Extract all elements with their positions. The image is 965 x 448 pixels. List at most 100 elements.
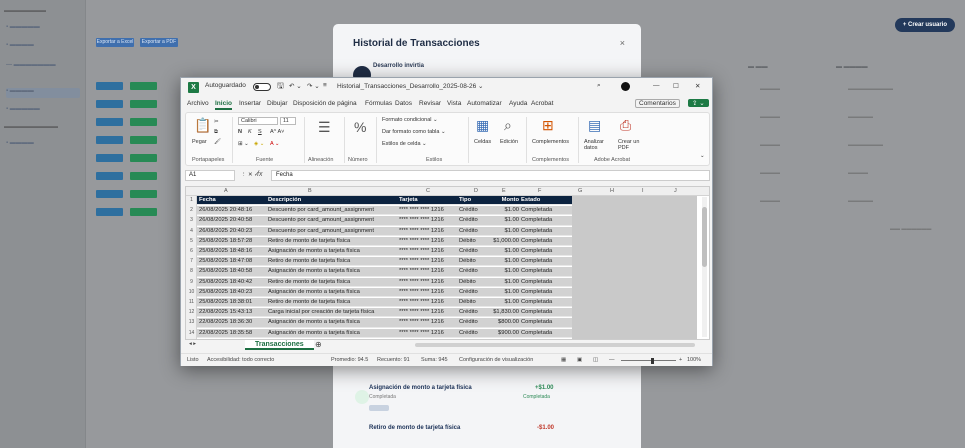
borders-icon[interactable]: ⊞ ⌄ [238,141,249,147]
column-header[interactable]: E [502,188,506,194]
table-cell[interactable]: Crédito [459,228,485,234]
table-cell[interactable]: **** **** **** 1216 [399,258,457,264]
row-header[interactable]: 1 [187,197,196,203]
tab-acrobat[interactable]: Acrobat [531,100,553,107]
table-header-row[interactable]: Fecha Descripción Tarjeta Tipo Monto Estado [197,196,572,206]
tab-automatizar[interactable]: Automatizar [467,100,502,107]
table-header-cell[interactable]: Descripción [268,197,398,203]
table-cell[interactable]: Completada [521,217,571,223]
horizontal-scrollbar[interactable] [415,343,695,347]
table-cell[interactable]: 26/08/2025 20:40:58 [199,217,267,223]
table-cell[interactable]: Asignación de monto a tarjeta física [268,319,398,325]
panel-close-icon[interactable]: × [620,38,625,48]
sidebar-item-1[interactable]: ▪ ▬▬▬▬▬ [6,24,40,30]
tab-disposicion[interactable]: Disposición de página [293,100,357,107]
table-cell[interactable]: Asignación de monto a tarjeta física [268,248,398,254]
table-cell[interactable]: $1.00 [487,279,519,285]
sidebar-item-3[interactable]: — ▬▬▬▬▬▬▬ [6,62,56,68]
cells-icon[interactable]: ▦ [476,117,489,134]
table-cell[interactable]: **** **** **** 1216 [399,238,457,244]
bg-pagination[interactable]: ▬▬ ▬▬▬▬▬▬ [890,226,931,232]
table-row[interactable]: 22/08/2025 15:43:13 Carga inicial por cre… [197,308,572,318]
zoom-slider[interactable] [621,360,676,361]
row-action-green[interactable] [130,190,157,198]
table-cell[interactable]: Crédito [459,319,485,325]
row-header[interactable]: 9 [187,279,196,285]
table-cell[interactable]: 25/08/2025 18:57:28 [199,238,267,244]
column-header[interactable]: C [426,188,430,194]
table-cell[interactable]: Asignación de monto a tarjeta física [268,289,398,295]
page-layout-icon[interactable]: ▣ [577,357,582,363]
row-action-green[interactable] [130,136,157,144]
table-cell[interactable]: 25/08/2025 18:38:01 [199,299,267,305]
table-cell[interactable]: $1.00 [487,268,519,274]
create-pdf-label[interactable]: Crear un PDF [618,139,640,151]
tab-dibujar[interactable]: Dibujar [267,100,288,107]
table-cell[interactable]: $1.00 [487,258,519,264]
table-cell[interactable]: **** **** **** 1216 [399,299,457,305]
accessibility-status[interactable]: Accesibilidad: todo correcto [207,357,274,363]
cell-styles-button[interactable]: Estilos de celda ⌄ [382,141,427,147]
table-cell[interactable]: Crédito [459,289,485,295]
table-row[interactable]: 26/08/2025 20:40:58 Descuento por card_am… [197,216,572,226]
paste-icon[interactable]: 📋 [194,117,211,134]
tab-insertar[interactable]: Insertar [239,100,261,107]
table-cell[interactable]: 25/08/2025 18:40:23 [199,289,267,295]
column-header[interactable]: A [224,188,228,194]
table-cell[interactable]: 25/08/2025 18:47:08 [199,258,267,264]
table-cell[interactable]: Crédito [459,248,485,254]
table-cell[interactable]: Completada [521,238,571,244]
name-box[interactable]: A1 [185,170,235,181]
table-cell[interactable]: Retiro de monto de tarjeta física [268,299,398,305]
table-cell[interactable]: Completada [521,309,571,315]
table-cell[interactable]: Completada [521,207,571,213]
table-cell[interactable]: **** **** **** 1216 [399,289,457,295]
find-icon[interactable]: ⌕ [504,117,512,134]
row-header[interactable]: 3 [187,217,196,223]
ribbon-collapse-icon[interactable]: ⌄ [700,153,705,159]
pdf-icon[interactable]: ⎙ [620,117,631,134]
table-cell[interactable]: Retiro de monto de tarjeta física [268,258,398,264]
table-cell[interactable]: Retiro de monto de tarjeta física [268,238,398,244]
table-row[interactable]: 22/08/2025 18:36:30 Asignación de monto a… [197,318,572,328]
page-break-icon[interactable]: ◫ [593,357,598,363]
copy-icon[interactable]: ⧉ [214,129,218,136]
row-action-blue[interactable] [96,118,123,126]
export-excel-button[interactable]: Exportar a Excel [96,38,134,47]
table-row[interactable]: 25/08/2025 18:48:16 Asignación de monto a… [197,247,572,257]
table-cell[interactable]: $1.00 [487,217,519,223]
table-cell[interactable]: $1.00 [487,207,519,213]
zoom-out-icon[interactable]: — [609,357,615,363]
column-header[interactable]: I [642,188,644,194]
row-header[interactable]: 4 [187,228,196,234]
bold-icon[interactable]: N [238,129,242,135]
formula-input[interactable]: Fecha [271,170,710,181]
row-header[interactable]: 6 [187,248,196,254]
row-header[interactable]: 10 [187,289,196,295]
fill-color-icon[interactable]: ◈ ⌄ [254,141,264,147]
table-cell[interactable]: Débito [459,258,485,264]
zoom-level[interactable]: 100% [687,357,701,363]
table-cell[interactable]: Retiro de monto de tarjeta física [268,279,398,285]
account-avatar[interactable] [621,82,630,91]
row-action-green[interactable] [130,208,157,216]
table-cell[interactable]: Crédito [459,207,485,213]
maximize-icon[interactable]: ☐ [673,82,679,90]
table-cell[interactable]: Crédito [459,217,485,223]
table-row[interactable]: 26/08/2025 20:40:23 Descuento por card_am… [197,226,572,236]
table-cell[interactable]: Completada [521,268,571,274]
table-cell[interactable]: Completada [521,248,571,254]
table-cell[interactable]: Completada [521,289,571,295]
row-header[interactable]: 14 [187,330,196,336]
table-header-cell[interactable]: Monto [487,197,519,203]
table-cell[interactable]: $1,830.00 [487,309,519,315]
table-cell[interactable]: 26/08/2025 20:48:16 [199,207,267,213]
spreadsheet-grid[interactable]: A B C D E F G H I J 1 2 3 4 5 6 7 8 9 10 11 12 13 14 … [185,186,710,340]
table-row[interactable]: 25/08/2025 18:38:01 Retiro de monto de ta… [197,298,572,308]
tab-revisar[interactable]: Revisar [419,100,441,107]
table-cell[interactable]: $900.00 [487,330,519,336]
row-header[interactable]: 2 [187,207,196,213]
table-cell[interactable]: **** **** **** 1216 [399,207,457,213]
row-action-blue[interactable] [96,172,123,180]
table-cell[interactable]: $800.00 [487,319,519,325]
